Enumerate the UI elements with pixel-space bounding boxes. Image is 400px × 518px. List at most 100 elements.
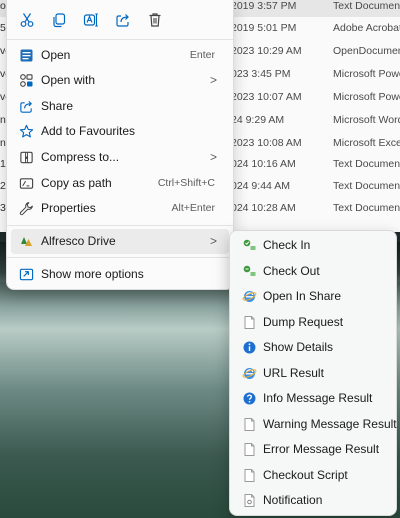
info-icon bbox=[243, 341, 256, 354]
file-type: Text Document bbox=[333, 158, 400, 170]
menu-item-label: Share bbox=[41, 99, 74, 113]
copy-button[interactable] bbox=[45, 6, 73, 34]
submenu-item-dump-request[interactable]: Dump Request bbox=[234, 310, 392, 335]
submenu-item-url-result[interactable]: URL Result bbox=[234, 361, 392, 386]
menu-item-label: Show more options bbox=[41, 267, 144, 281]
submenu-item-label: Error Message Result bbox=[263, 442, 380, 456]
check-out-icon bbox=[243, 265, 256, 276]
submenu-item-label: Dump Request bbox=[263, 315, 344, 329]
copy-path-icon bbox=[19, 178, 34, 189]
submenu-item-label: Notification bbox=[263, 493, 323, 507]
menu-item-open[interactable]: Open Enter bbox=[11, 43, 229, 68]
menu-item-label: Open bbox=[41, 48, 71, 62]
context-menu: Open Enter Open with > Share Add to Favo… bbox=[6, 0, 234, 290]
submenu-item-label: Checkout Script bbox=[263, 468, 348, 482]
notification-icon bbox=[244, 494, 255, 507]
check-in-icon bbox=[243, 239, 256, 250]
share-icon bbox=[20, 100, 32, 113]
submenu-item-check-out[interactable]: Check Out bbox=[234, 259, 392, 284]
wrench-icon bbox=[19, 202, 33, 216]
help-icon bbox=[243, 392, 256, 405]
menu-item-alfresco-drive[interactable]: Alfresco Drive > bbox=[11, 229, 229, 254]
file-date: 2023 10:08 AM bbox=[231, 137, 302, 149]
file-date: 2023 10:29 AM bbox=[231, 45, 302, 57]
context-menu-toolbar bbox=[7, 6, 233, 34]
document-icon bbox=[244, 316, 255, 329]
file-type: Microsoft Powe bbox=[333, 91, 400, 103]
open-with-icon bbox=[20, 74, 33, 87]
menu-item-favourites[interactable]: Add to Favourites bbox=[11, 119, 229, 144]
star-icon bbox=[19, 124, 34, 138]
submenu-item-label: Check In bbox=[263, 238, 311, 252]
submenu-item-label: Info Message Result bbox=[263, 391, 373, 405]
cut-button[interactable] bbox=[13, 6, 41, 34]
document-icon bbox=[244, 443, 255, 456]
chevron-right-icon: > bbox=[209, 73, 217, 87]
submenu-item-label: Check Out bbox=[263, 264, 320, 278]
rename-icon bbox=[83, 13, 98, 27]
menu-item-compress[interactable]: Compress to... > bbox=[11, 145, 229, 170]
compress-icon bbox=[20, 151, 33, 164]
menu-divider bbox=[7, 39, 233, 40]
file-date: 024 10:28 AM bbox=[231, 202, 296, 214]
alfresco-submenu: Check In Check Out Open In Share Dump Re… bbox=[229, 230, 397, 516]
menu-item-copy-path[interactable]: Copy as path Ctrl+Shift+C bbox=[11, 171, 229, 196]
menu-item-shortcut: Ctrl+Shift+C bbox=[157, 177, 215, 189]
submenu-item-info-message-result[interactable]: Info Message Result bbox=[234, 386, 392, 411]
open-app-icon bbox=[20, 49, 33, 62]
menu-item-label: Open with bbox=[41, 73, 96, 87]
submenu-item-label: Show Details bbox=[263, 340, 334, 354]
file-date: 2019 3:57 PM bbox=[231, 0, 297, 12]
file-type: Microsoft Powe bbox=[333, 68, 400, 80]
submenu-item-checkout-script[interactable]: Checkout Script bbox=[234, 463, 392, 488]
file-date: 023 3:45 PM bbox=[231, 68, 291, 80]
menu-item-show-more[interactable]: Show more options bbox=[11, 262, 229, 287]
document-icon bbox=[244, 469, 255, 482]
file-type: Microsoft Excel bbox=[333, 137, 400, 149]
menu-item-properties[interactable]: Properties Alt+Enter bbox=[11, 196, 229, 221]
file-type: Text Document bbox=[333, 180, 400, 192]
menu-item-open-with[interactable]: Open with > bbox=[11, 68, 229, 93]
file-date: 2023 10:07 AM bbox=[231, 91, 302, 103]
file-type: Adobe Acrobat bbox=[333, 22, 400, 34]
submenu-item-label: Warning Message Result bbox=[263, 417, 397, 431]
delete-icon bbox=[149, 13, 161, 27]
file-date: 2019 5:01 PM bbox=[231, 22, 297, 34]
menu-item-label: Alfresco Drive bbox=[41, 234, 116, 248]
show-more-icon bbox=[19, 268, 34, 281]
rename-button[interactable] bbox=[77, 6, 105, 34]
alfresco-icon bbox=[21, 237, 32, 246]
file-type: Microsoft Word bbox=[333, 114, 400, 126]
submenu-item-label: Open In Share bbox=[263, 289, 342, 303]
submenu-item-warning-message-result[interactable]: Warning Message Result bbox=[234, 412, 397, 437]
menu-divider bbox=[7, 225, 233, 226]
cut-icon bbox=[20, 13, 34, 27]
menu-item-label: Add to Favourites bbox=[41, 124, 136, 138]
file-type: Text Document bbox=[333, 0, 400, 12]
copy-icon bbox=[53, 13, 66, 28]
chevron-right-icon: > bbox=[209, 234, 217, 248]
menu-item-shortcut: Alt+Enter bbox=[171, 202, 215, 214]
submenu-item-notification[interactable]: Notification bbox=[234, 488, 392, 513]
file-date: 24 9:29 AM bbox=[231, 114, 285, 126]
browser-icon bbox=[242, 368, 257, 379]
submenu-item-error-message-result[interactable]: Error Message Result bbox=[234, 437, 392, 462]
file-type: OpenDocument bbox=[333, 45, 400, 57]
delete-button[interactable] bbox=[141, 6, 169, 34]
submenu-item-show-details[interactable]: Show Details bbox=[234, 335, 392, 360]
browser-icon bbox=[242, 291, 257, 302]
menu-divider bbox=[7, 257, 233, 258]
file-type: Text Document bbox=[333, 202, 400, 214]
menu-item-label: Copy as path bbox=[41, 176, 112, 190]
menu-item-shortcut: Enter bbox=[189, 49, 215, 61]
chevron-right-icon: > bbox=[209, 150, 217, 164]
file-date: 024 9:44 AM bbox=[231, 180, 290, 192]
menu-item-share[interactable]: Share bbox=[11, 94, 229, 119]
submenu-item-label: URL Result bbox=[263, 366, 324, 380]
menu-item-label: Compress to... bbox=[41, 150, 120, 164]
share-button[interactable] bbox=[109, 6, 137, 34]
submenu-item-open-in-share[interactable]: Open In Share bbox=[234, 284, 392, 309]
submenu-item-check-in[interactable]: Check In bbox=[234, 233, 392, 258]
share-icon bbox=[116, 14, 129, 27]
file-date: 024 10:16 AM bbox=[231, 158, 296, 170]
